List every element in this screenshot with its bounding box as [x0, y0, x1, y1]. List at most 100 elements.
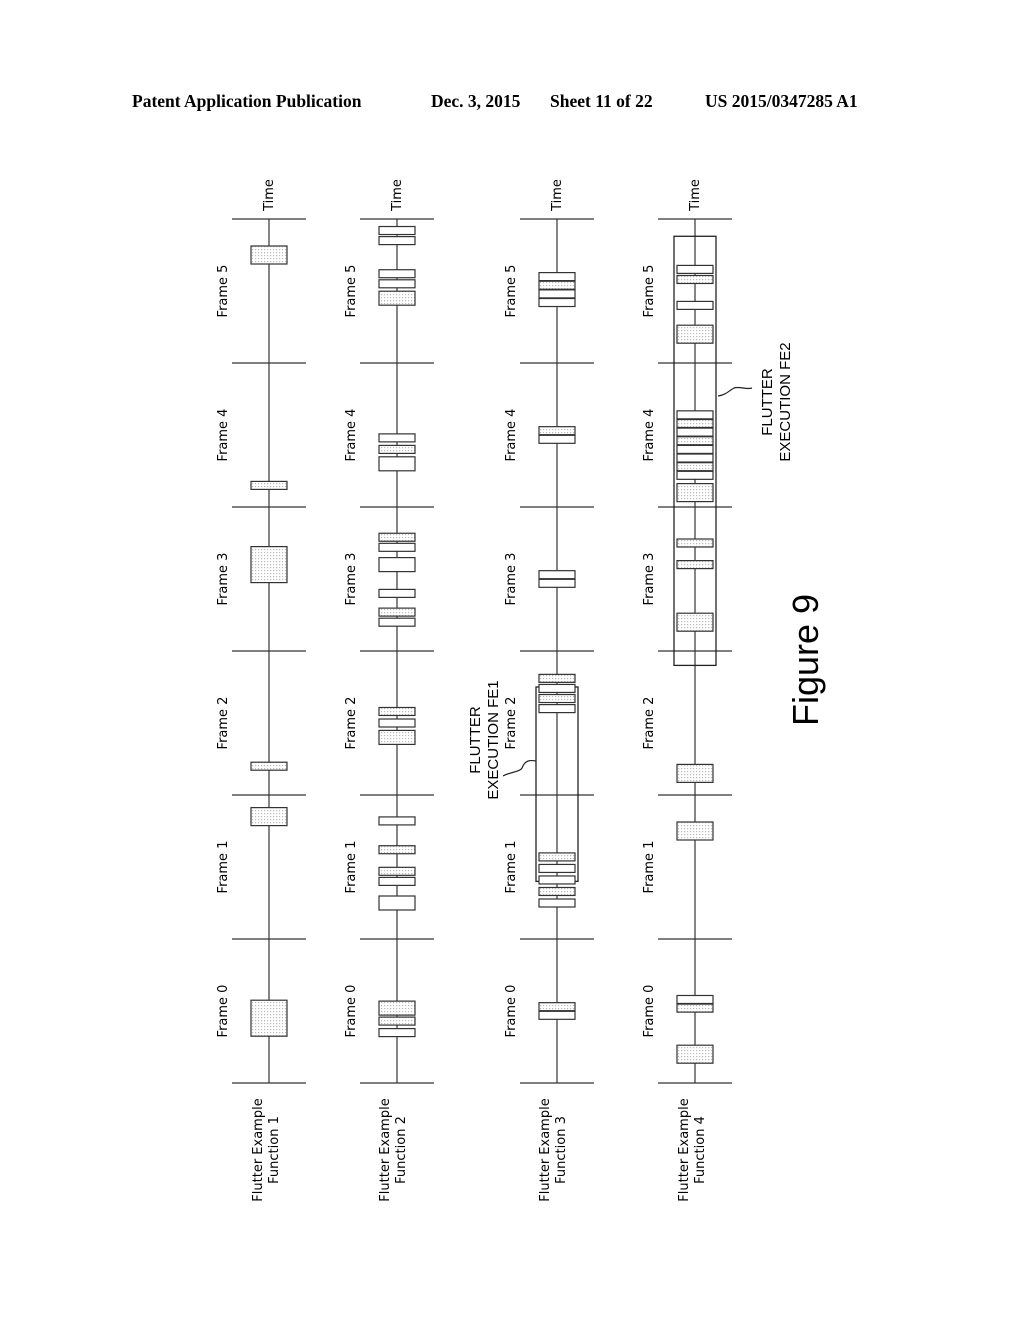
execution-block [676, 821, 714, 841]
frame-label: Frame 4 [216, 409, 231, 462]
frame-label: Frame 1 [344, 841, 359, 894]
frame-label: Frame 4 [504, 409, 519, 462]
frame-label: Frame 1 [642, 841, 657, 894]
frame-label: Frame 3 [216, 553, 231, 606]
function-label-line1: Flutter Example [251, 1098, 266, 1201]
function-label-line2: Function 2 [394, 1116, 409, 1184]
execution-block [538, 886, 576, 897]
execution-block [676, 444, 714, 454]
execution-block [676, 427, 714, 437]
frame-label: Frame 4 [344, 409, 359, 462]
execution-block [538, 693, 576, 704]
execution-block [378, 866, 416, 876]
execution-block [378, 718, 416, 728]
execution-block [378, 876, 416, 887]
frame-label: Frame 4 [642, 409, 657, 462]
execution-block [538, 570, 576, 580]
execution-block [676, 763, 714, 784]
execution-block [538, 297, 576, 308]
frame-label: Frame 2 [216, 697, 231, 750]
execution-block [378, 225, 416, 236]
fe2-label-line2: EXECUTION FE2 [777, 342, 794, 461]
frame-label: Frame 1 [504, 841, 519, 894]
frame-label: Frame 5 [642, 265, 657, 318]
execution-block [378, 542, 416, 552]
execution-block [676, 436, 714, 446]
execution-block [538, 1002, 576, 1012]
figure-9-diagram: Frame 0 Frame 1 Frame 2 Frame 3 Frame 4 Frame… [216, 179, 826, 1202]
execution-block [676, 300, 714, 310]
execution-block [378, 588, 416, 599]
frame-label: Frame 0 [642, 985, 657, 1038]
execution-block [676, 453, 714, 463]
execution-block [538, 683, 576, 694]
frame-label: Frame 3 [504, 553, 519, 606]
execution-block [378, 236, 416, 246]
execution-block [676, 274, 714, 285]
execution-block [676, 462, 714, 472]
execution-block [538, 1010, 576, 1020]
execution-block [676, 483, 714, 503]
execution-block [538, 578, 576, 588]
execution-block [538, 898, 576, 908]
frame-label: Frame 5 [344, 265, 359, 318]
execution-block [378, 290, 416, 306]
execution-block [538, 272, 576, 282]
execution-block [378, 729, 416, 746]
frame-label: Frame 5 [216, 265, 231, 318]
function-label-line2: Function 4 [693, 1116, 708, 1184]
execution-block [538, 280, 576, 290]
function-label-line2: Function 1 [267, 1116, 282, 1184]
execution-block [378, 845, 416, 855]
fe1-label-line1: FLUTTER [467, 706, 484, 774]
execution-block [378, 556, 416, 573]
execution-block [378, 444, 416, 454]
execution-block [378, 706, 416, 717]
execution-block [538, 289, 576, 299]
execution-block [250, 999, 288, 1037]
execution-block [378, 279, 416, 289]
execution-block [378, 1027, 416, 1038]
execution-block [676, 538, 714, 548]
figure-caption: Figure 9 [785, 594, 826, 726]
time-axis-label: Time [550, 179, 565, 212]
execution-block [538, 852, 576, 862]
execution-block [676, 418, 714, 429]
function-label-line1: Flutter Example [538, 1098, 553, 1201]
function-label-line1: Flutter Example [378, 1098, 393, 1201]
frame-label: Frame 2 [504, 697, 519, 750]
execution-block [378, 433, 416, 443]
execution-block [538, 434, 576, 444]
fe1-leader-line [502, 759, 537, 777]
frame-label: Frame 1 [216, 841, 231, 894]
execution-block [250, 545, 288, 584]
execution-block [538, 875, 576, 885]
execution-block [250, 245, 288, 265]
frame-label: Frame 2 [642, 697, 657, 750]
execution-block [378, 895, 416, 911]
execution-block [378, 617, 416, 627]
fe1-label-line2: EXECUTION FE1 [485, 680, 502, 799]
execution-block [538, 673, 576, 683]
frame-label: Frame 0 [504, 985, 519, 1038]
time-axis-label: Time [262, 179, 277, 212]
function-label-line2: Function 3 [554, 1116, 569, 1184]
execution-block [378, 816, 416, 826]
execution-block [676, 264, 714, 274]
frame-label: Frame 5 [504, 265, 519, 318]
frame-label: Frame 3 [344, 553, 359, 606]
execution-block [676, 470, 714, 480]
execution-block [676, 1044, 714, 1064]
execution-block [378, 269, 416, 279]
time-axis-label: Time [390, 179, 405, 212]
execution-block [676, 1003, 714, 1013]
execution-block [250, 761, 288, 771]
execution-block [538, 703, 576, 714]
execution-block [538, 863, 576, 874]
function-label-line1: Flutter Example [677, 1098, 692, 1201]
execution-block [538, 426, 576, 436]
execution-block [250, 480, 288, 490]
execution-block [378, 1000, 416, 1016]
frame-label: Frame 0 [216, 985, 231, 1038]
execution-block [676, 612, 714, 632]
